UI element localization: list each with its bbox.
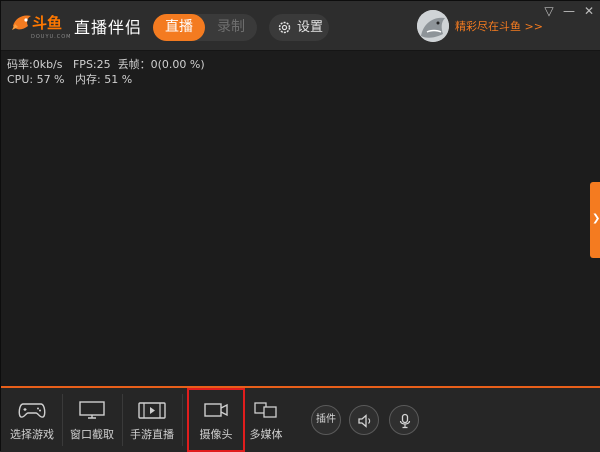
record-mode-tab[interactable]: 录制 [205,14,257,41]
app-window: 斗鱼 DOUYU.COM 直播伴侣 直播 录制 设置 精彩尽在斗鱼 >> ▽ —… [0,0,600,452]
multimedia-button[interactable]: 多媒体 [237,388,295,452]
camera-icon [204,403,228,417]
logo-text: 斗鱼 [32,14,63,32]
user-avatar[interactable] [417,10,449,42]
microphone-icon [399,413,411,429]
stats-line-bitrate: 码率:0kb/s FPS:25 丢帧：0(0.00 %) [7,58,205,71]
promo-link[interactable]: 精彩尽在斗鱼 >> [455,18,543,34]
monitor-icon [79,401,105,419]
mode-switch: 直播 录制 [153,14,257,41]
logo-subtext: DOUYU.COM [31,34,72,40]
preview-area[interactable]: 码率:0kb/s FPS:25 丢帧：0(0.00 %) CPU: 57 % 内存… [1,51,600,388]
settings-label: 设置 [297,20,324,35]
toolbar-divider [182,394,183,446]
title-bar: 斗鱼 DOUYU.COM 直播伴侣 直播 录制 设置 精彩尽在斗鱼 >> ▽ —… [1,1,600,51]
speaker-icon [358,414,371,428]
plugin-button[interactable]: 插件 [311,405,341,435]
stream-stats: 码率:0kb/s FPS:25 丢帧：0(0.00 %) CPU: 57 % 内存… [7,57,205,87]
shark-avatar-icon [417,10,449,42]
multimedia-label: 多媒体 [249,428,283,441]
live-mode-tab[interactable]: 直播 [153,14,205,41]
side-panel-toggle[interactable]: ❯ [590,182,600,258]
multimedia-icon [254,402,277,418]
gear-icon [278,21,291,34]
minimize-icon[interactable]: — [561,4,577,18]
gamepad-icon [18,403,46,418]
window-capture-label: 窗口截取 [70,428,114,441]
fish-logo-icon [12,15,31,30]
window-capture-button[interactable]: 窗口截取 [63,388,121,452]
mobile-live-button[interactable]: 手游直播 [123,388,181,452]
chevron-right-icon: ❯ [592,213,600,224]
settings-button[interactable]: 设置 [269,14,329,41]
close-icon[interactable]: ✕ [581,4,597,18]
speaker-button[interactable] [349,405,379,435]
stats-line-cpu: CPU: 57 % 内存: 51 % [7,73,133,86]
bottom-toolbar: 选择游戏 窗口截取 手游直播 摄像头 多媒体 插件 [1,388,600,452]
tablet-play-icon [138,402,166,419]
douyu-logo: 斗鱼 DOUYU.COM [11,10,72,42]
mobile-live-label: 手游直播 [130,428,174,441]
microphone-button[interactable] [389,405,419,435]
select-game-label: 选择游戏 [10,428,54,441]
menu-dropdown-icon[interactable]: ▽ [541,4,557,18]
app-title: 直播伴侣 [74,18,143,37]
select-game-button[interactable]: 选择游戏 [3,388,61,452]
